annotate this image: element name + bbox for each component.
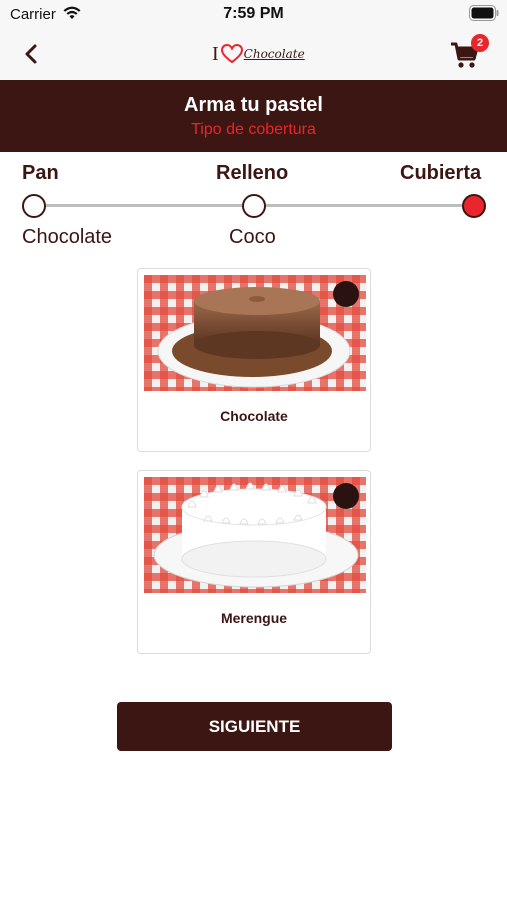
brand-logo: I Chocolate [212, 40, 305, 68]
step-value-relleno: Coco [229, 226, 276, 248]
option-label: Merengue [220, 610, 288, 626]
page-header: Arma tu pastel Tipo de cobertura [0, 80, 507, 152]
step-connector [266, 204, 462, 207]
step-dot-pan[interactable] [22, 194, 46, 218]
next-button[interactable]: SIGUIENTE [117, 702, 392, 751]
step-label-relleno: Relleno [216, 162, 289, 184]
nav-bar: I Chocolate 2 [0, 28, 507, 80]
back-chevron-icon[interactable] [18, 40, 46, 68]
step-dot-cubierta[interactable] [462, 194, 486, 218]
cart-badge: 2 [471, 34, 489, 52]
page-subtitle: Tipo de cobertura [191, 121, 316, 138]
step-dot-relleno[interactable] [242, 194, 266, 218]
clock: 7:59 PM [223, 5, 284, 22]
status-bar: Carrier 7:59 PM [0, 0, 507, 28]
select-radio[interactable] [333, 281, 359, 307]
step-label-cubierta: Cubierta [400, 162, 482, 184]
option-card-merengue[interactable]: Merengue [137, 470, 371, 654]
step-connector [46, 204, 242, 207]
step-value-pan: Chocolate [22, 226, 113, 248]
step-label-pan: Pan [22, 162, 59, 184]
option-label: Chocolate [220, 408, 288, 424]
logo-wordmark: Chocolate [243, 47, 305, 61]
logo-prefix: I [212, 42, 219, 65]
option-card-chocolate[interactable]: Chocolate [137, 268, 371, 452]
page-title: Arma tu pastel [184, 94, 323, 116]
battery-icon [469, 5, 499, 21]
select-radio[interactable] [333, 483, 359, 509]
heart-icon [220, 44, 243, 64]
